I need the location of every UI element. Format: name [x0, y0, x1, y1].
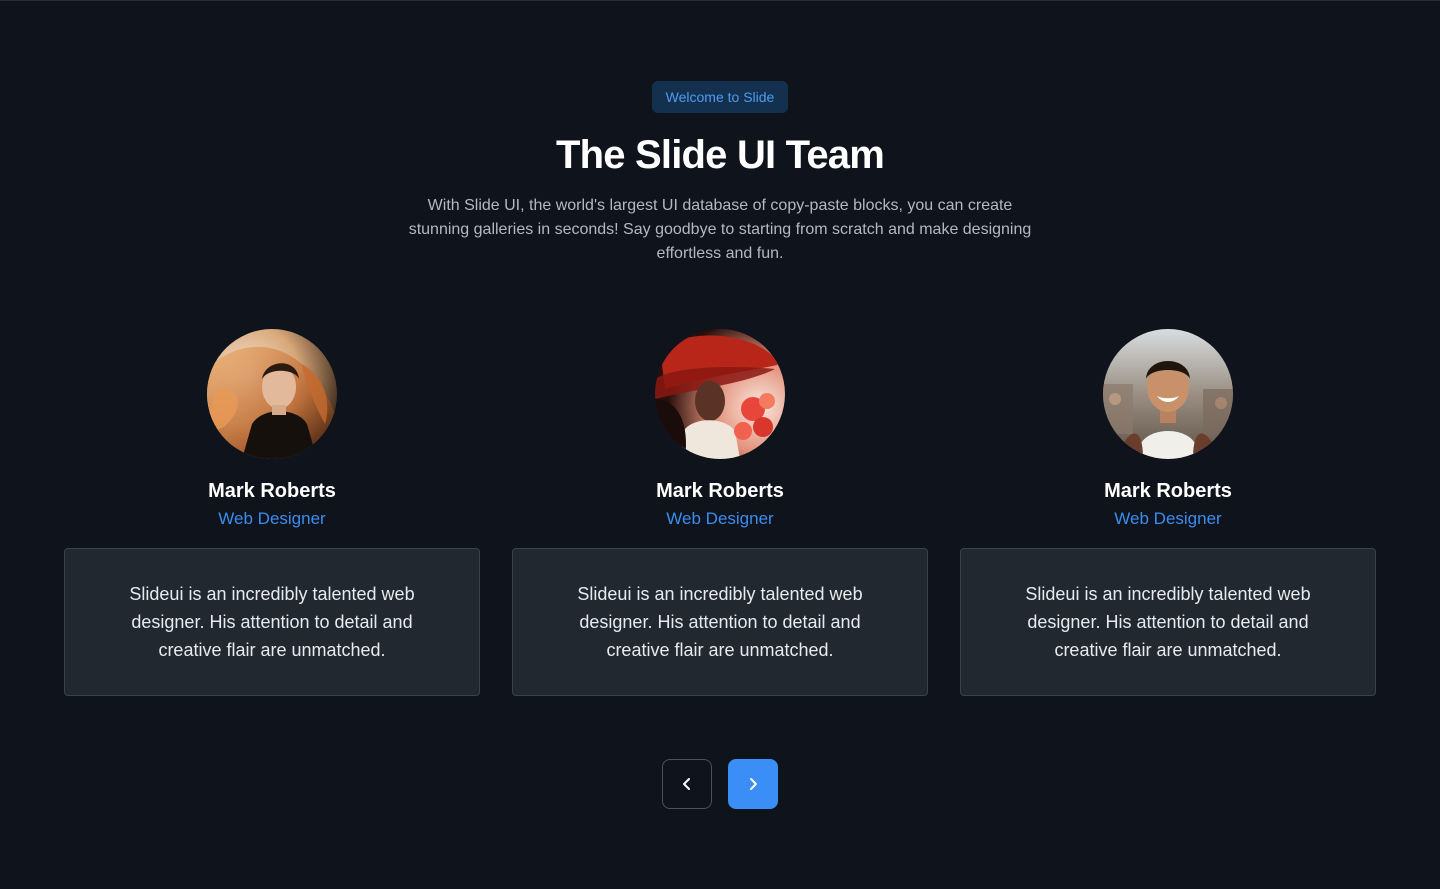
- previous-button[interactable]: [662, 759, 712, 809]
- page-subtitle: With Slide UI, the world's largest UI da…: [408, 197, 1032, 262]
- avatar: [1103, 329, 1233, 459]
- member-name: Mark Roberts: [208, 480, 336, 502]
- portrait-woman-flowing-hair-icon: [207, 329, 337, 459]
- team-section: Welcome to Slide The Slide UI Team With …: [0, 0, 1440, 889]
- member-role: Web Designer: [1114, 509, 1222, 528]
- member-bio: Slideui is an incredibly talented web de…: [1025, 584, 1311, 660]
- page-title: The Slide UI Team: [556, 133, 885, 177]
- member-bio-card: Slideui is an incredibly talented web de…: [960, 548, 1376, 696]
- welcome-badge: Welcome to Slide: [652, 81, 788, 113]
- member-bio-card: Slideui is an incredibly talented web de…: [64, 548, 480, 696]
- portrait-woman-red-hat-icon: [655, 329, 785, 459]
- chevron-right-icon: [750, 778, 757, 790]
- member-bio: Slideui is an incredibly talented web de…: [129, 584, 415, 660]
- portrait-smiling-man-icon: [1103, 329, 1233, 459]
- member-role: Web Designer: [666, 509, 774, 528]
- next-button[interactable]: [728, 759, 778, 809]
- avatar: [655, 329, 785, 459]
- avatar: [207, 329, 337, 459]
- chevron-left-icon: [683, 778, 690, 790]
- member-bio: Slideui is an incredibly talented web de…: [577, 584, 863, 660]
- member-role: Web Designer: [218, 509, 326, 528]
- member-name: Mark Roberts: [1104, 480, 1232, 502]
- member-name: Mark Roberts: [656, 480, 784, 502]
- member-bio-card: Slideui is an incredibly talented web de…: [512, 548, 928, 696]
